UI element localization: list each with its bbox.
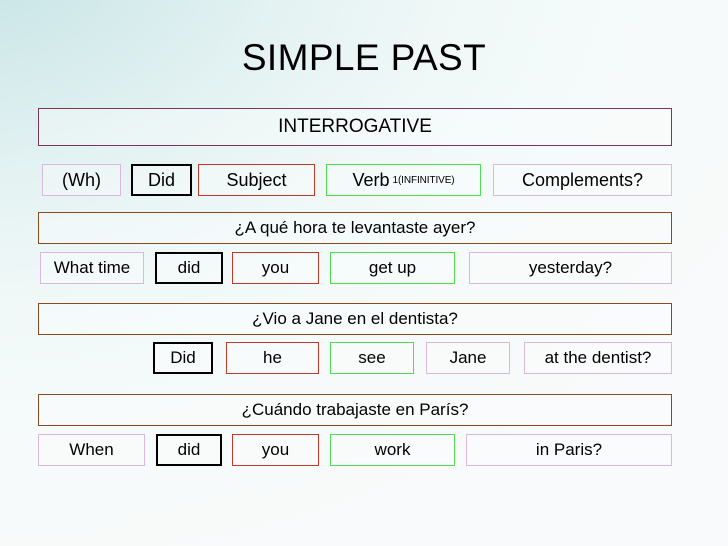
header-verb-label: Verb <box>352 169 390 190</box>
example-2-cell-subject: he <box>226 342 319 374</box>
example-3-wh-text: When <box>69 440 114 459</box>
header-complements-label: Complements? <box>521 169 644 190</box>
example-3-cell-wh: When <box>38 434 145 466</box>
example-1-cell-verb: get up <box>330 252 455 284</box>
header-cell-verb: Verb 1(INFINITIVE) <box>326 164 481 196</box>
example-1-spanish-text: ¿A qué hora te levantaste ayer? <box>234 218 476 237</box>
header-subject-label: Subject <box>226 169 287 190</box>
section-header-label: INTERROGATIVE <box>278 116 432 137</box>
header-verb-sublabel: 1(INFINITIVE) <box>392 174 455 186</box>
example-2-cell-auxiliary: Did <box>153 342 213 374</box>
example-3-complements-text: in Paris? <box>535 440 603 459</box>
example-1-cell-complements: yesterday? <box>469 252 672 284</box>
example-1-subject-text: you <box>261 258 290 277</box>
example-2-cell-object: Jane <box>426 342 510 374</box>
page-title: SIMPLE PAST <box>241 37 487 78</box>
example-2-aux-text: Did <box>170 348 196 367</box>
example-3-subject-text: you <box>261 440 290 459</box>
slide-canvas: SIMPLE PAST INTERROGATIVE (Wh) Did Subje… <box>0 0 728 546</box>
example-1-cell-wh: What time <box>40 252 144 284</box>
example-1-cell-subject: you <box>232 252 319 284</box>
example-2-complements-text: at the dentist? <box>544 348 652 367</box>
example-2-cell-complements: at the dentist? <box>524 342 672 374</box>
example-3-cell-subject: you <box>232 434 319 466</box>
example-3-aux-text: did <box>177 440 201 459</box>
example-2-verb-text: see <box>358 348 386 367</box>
example-3-cell-verb: work <box>330 434 455 466</box>
example-1-cell-auxiliary: did <box>155 252 223 284</box>
header-cell-wh: (Wh) <box>42 164 121 196</box>
example-1-spanish-sentence: ¿A qué hora te levantaste ayer? <box>38 212 672 244</box>
example-1-complements-text: yesterday? <box>528 258 613 277</box>
example-3-cell-complements: in Paris? <box>466 434 672 466</box>
header-cell-complements: Complements? <box>493 164 672 196</box>
example-2-object-text: Jane <box>449 348 487 367</box>
example-2-cell-verb: see <box>330 342 414 374</box>
example-1-aux-text: did <box>177 258 201 277</box>
header-wh-label: (Wh) <box>62 169 101 190</box>
example-3-spanish-sentence: ¿Cuándo trabajaste en París? <box>38 394 672 426</box>
example-3-cell-auxiliary: did <box>156 434 222 466</box>
example-3-spanish-text: ¿Cuándo trabajaste en París? <box>241 400 469 419</box>
example-2-spanish-text: ¿Vio a Jane en el dentista? <box>252 309 458 328</box>
header-cell-auxiliary: Did <box>131 164 192 196</box>
header-aux-label: Did <box>147 169 175 190</box>
header-cell-subject: Subject <box>198 164 315 196</box>
example-1-wh-text: What time <box>53 258 131 277</box>
example-1-verb-text: get up <box>368 258 417 277</box>
section-header-interrogative: INTERROGATIVE <box>38 108 672 146</box>
example-2-spanish-sentence: ¿Vio a Jane en el dentista? <box>38 303 672 335</box>
example-2-subject-text: he <box>263 348 282 367</box>
example-3-verb-text: work <box>374 440 411 459</box>
